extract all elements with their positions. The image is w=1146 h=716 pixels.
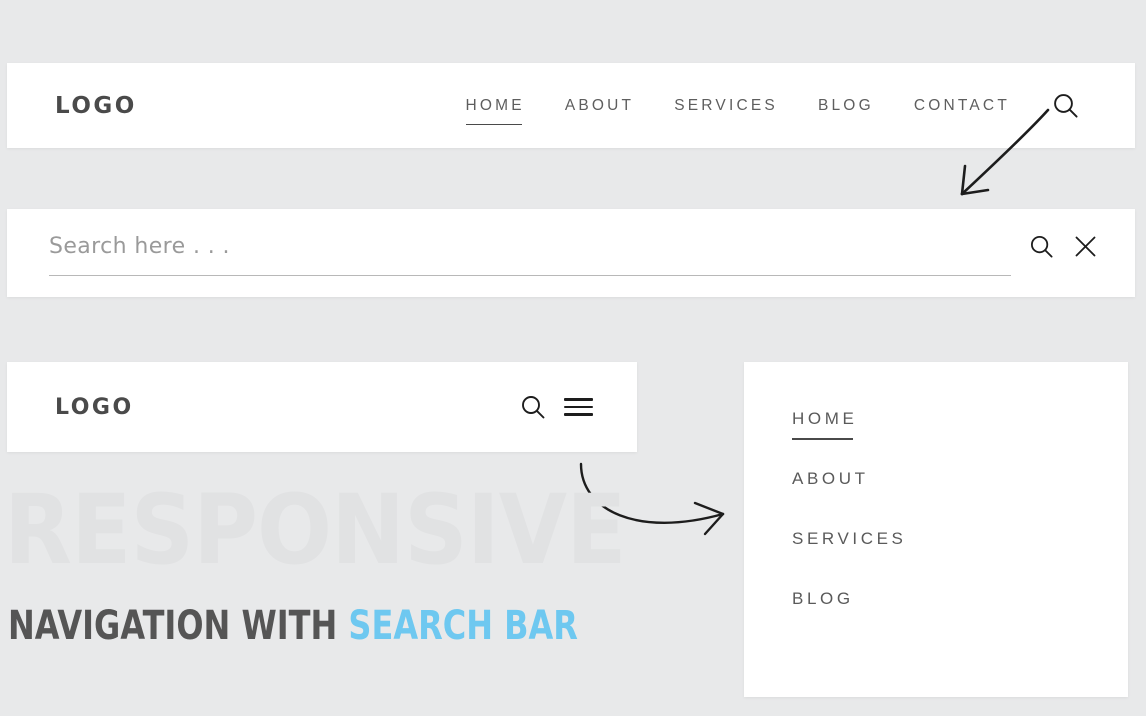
nav-item-about[interactable]: ABOUT (545, 98, 654, 114)
nav-item-contact[interactable]: CONTACT (894, 98, 1030, 114)
close-icon[interactable] (1074, 235, 1097, 258)
dropdown-row: HOME (744, 410, 1128, 470)
mobile-logo[interactable]: LOGO (55, 395, 134, 420)
headline-dark-part: NAVIGATION WITH (8, 603, 349, 649)
dropdown-menu-panel: HOME ABOUT SERVICES BLOG (744, 362, 1128, 697)
desktop-header: LOGO HOME ABOUT SERVICES BLOG CONTACT (7, 63, 1135, 148)
nav-item-blog[interactable]: BLOG (798, 98, 894, 114)
logo[interactable]: LOGO (55, 93, 137, 119)
search-field (43, 222, 1011, 284)
nav-item-home[interactable]: HOME (446, 98, 545, 125)
dropdown-row: ABOUT (744, 470, 1128, 530)
search-input[interactable] (43, 233, 1011, 273)
mobile-header: LOGO (7, 362, 637, 452)
dropdown-item-blog[interactable]: BLOG (792, 590, 854, 607)
dropdown-row: SERVICES (744, 530, 1128, 590)
dropdown-item-home[interactable]: HOME (792, 410, 857, 440)
mobile-header-actions (520, 394, 593, 420)
watermark-text: RESPONSIVE (4, 474, 627, 586)
search-actions (1029, 234, 1097, 273)
dropdown-item-services[interactable]: SERVICES (792, 530, 906, 547)
headline: NAVIGATION WITH SEARCH BAR (8, 606, 578, 646)
page-canvas: LOGO HOME ABOUT SERVICES BLOG CONTACT Se… (0, 0, 1146, 716)
search-icon[interactable] (1052, 92, 1079, 119)
dropdown-item-about[interactable]: ABOUT (792, 470, 869, 487)
desktop-nav: HOME ABOUT SERVICES BLOG CONTACT (446, 92, 1135, 125)
headline-blue-part: SEARCH BAR (348, 603, 578, 649)
hamburger-line (564, 405, 593, 409)
hamburger-line (564, 413, 593, 416)
search-bar-panel (7, 209, 1135, 297)
hamburger-line (564, 398, 593, 401)
nav-item-services[interactable]: SERVICES (654, 98, 798, 114)
search-underline (49, 274, 1011, 276)
search-icon[interactable] (520, 394, 546, 420)
search-submit-icon[interactable] (1029, 234, 1054, 259)
hamburger-icon[interactable] (564, 398, 593, 416)
dropdown-row: BLOG (744, 590, 1128, 650)
